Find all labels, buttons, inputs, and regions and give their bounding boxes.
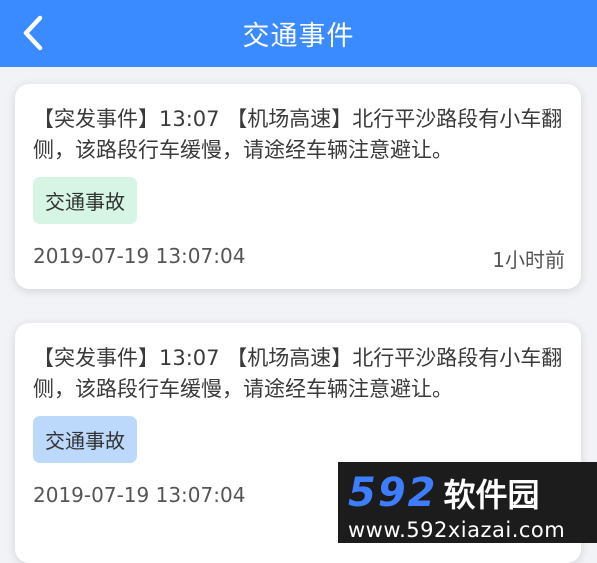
watermark-name: 软件园 (443, 476, 540, 514)
event-description: 【突发事件】13:07 【机场高速】北行平沙路段有小车翻侧，该路段行车缓慢，请途… (33, 107, 563, 162)
event-description: 【突发事件】13:07 【机场高速】北行平沙路段有小车翻侧，该路段行车缓慢，请途… (33, 346, 563, 401)
back-button[interactable] (10, 10, 56, 56)
event-timestamp: 2019-07-19 13:07:04 (33, 483, 246, 507)
event-timestamp: 2019-07-19 13:07:04 (33, 244, 246, 268)
watermark-url: www.592xiazai.com (348, 518, 566, 542)
event-card[interactable]: 【突发事件】13:07 【机场高速】北行平沙路段有小车翻侧，该路段行车缓慢，请途… (15, 84, 581, 289)
site-watermark: 592 软件园 www.592xiazai.com (338, 462, 597, 543)
event-type-tag: 交通事故 (33, 416, 137, 463)
event-relative-time: 1小时前 (492, 248, 565, 272)
watermark-number: 592 (348, 470, 438, 516)
page-title: 交通事件 (242, 21, 355, 52)
chevron-left-icon (23, 15, 43, 51)
event-type-tag: 交通事故 (33, 177, 137, 224)
app-header: 交通事件 (0, 0, 597, 67)
